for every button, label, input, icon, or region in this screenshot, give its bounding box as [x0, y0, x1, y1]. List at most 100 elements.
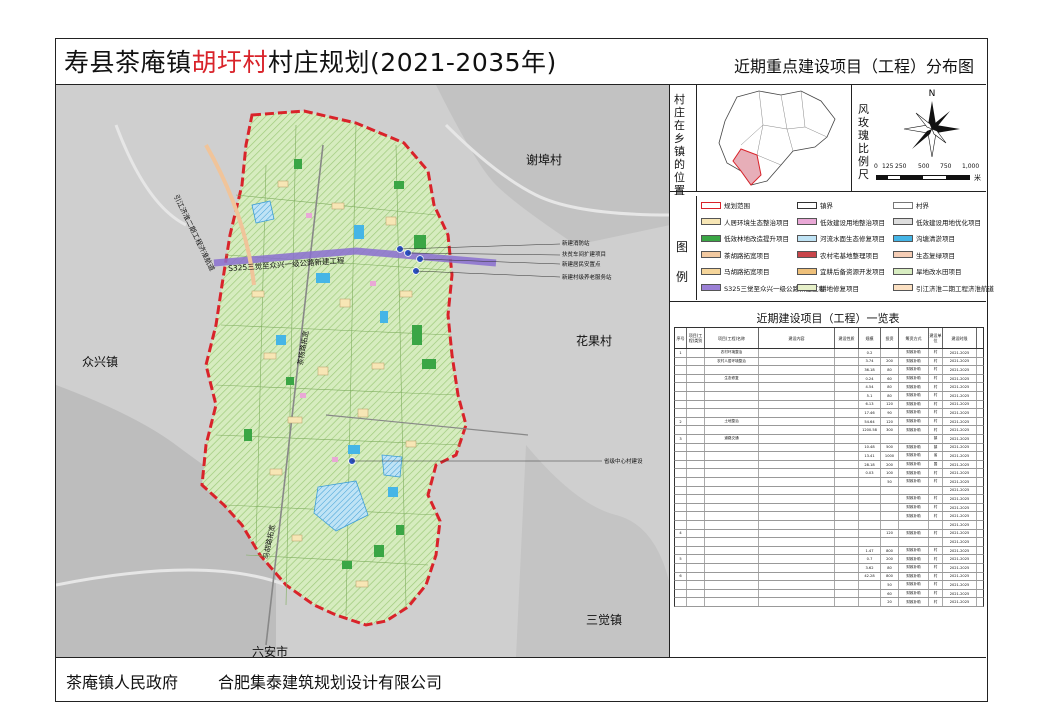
table-cell: 财政补助 — [899, 469, 929, 477]
scale-ticks: 0 125 250 500 750 1,000 — [874, 163, 979, 175]
table-cell: 村 — [929, 409, 943, 417]
table-row: 0.03 100 财政补助村 2021-2025 — [674, 469, 984, 478]
table-cell: 120 — [881, 400, 899, 409]
village-map[interactable]: 谢埠村 众兴镇 花果村 三觉镇 六安市 S325三觉至众兴一级公路新建工程 引江… — [56, 85, 670, 657]
table-cell: 2021-2025 — [943, 555, 977, 563]
legend-swatch — [893, 284, 913, 291]
table-cell: 财政补助 — [899, 581, 929, 589]
svg-text:N: N — [929, 89, 936, 99]
table-cell: 200 — [881, 460, 899, 469]
table-cell: 财政补助 — [899, 478, 929, 486]
table-cell: 2021-2025 — [943, 512, 977, 520]
legend-item: 村界 — [893, 200, 929, 210]
legend-item-label: 低效建设用地优化项目 — [916, 218, 981, 227]
table-cell — [835, 598, 859, 606]
legend-item-label: 旱地改水田项目 — [916, 268, 962, 276]
place-label-sanjue: 三觉镇 — [586, 613, 623, 627]
table-cell: 财政补助 — [899, 357, 929, 366]
table-cell — [859, 581, 881, 589]
table-cell: 镇 — [929, 435, 943, 443]
table-row: 50 财政补助村 2021-2025 — [674, 478, 984, 487]
table-cell: 90 — [881, 409, 899, 417]
table-cell: 28.18 — [859, 460, 881, 469]
location-box: 村庄在乡镇的位置 风玫瑰比例尺 N 0 125 250 500 750 1,00… — [670, 85, 986, 197]
table-cell: 2021-2025 — [943, 564, 977, 572]
table-cell: 200 — [881, 555, 899, 563]
table-row: 3 道路交通 镇 2021-2025 — [674, 435, 984, 444]
table-cell — [687, 564, 705, 572]
table-cell — [675, 357, 687, 366]
table-cell — [687, 546, 705, 555]
legend-item-label: 沟塘清淤项目 — [916, 235, 955, 243]
table-row: 13.41 1000 财政补助省 2021-2025 — [674, 452, 984, 461]
table-cell — [675, 478, 687, 486]
table-cell — [687, 478, 705, 486]
table-cell: 财政补助 — [899, 529, 929, 538]
table-cell — [675, 598, 687, 606]
table-cell — [759, 357, 835, 366]
table-cell — [759, 503, 835, 512]
table-cell: 2021-2025 — [943, 452, 977, 460]
legend-item: 耕地修复项目 — [797, 283, 859, 293]
table-cell — [759, 452, 835, 460]
table-cell — [675, 486, 687, 495]
legend-item: 人居环境生态整治项目 — [701, 217, 789, 227]
table-cell: 省 — [929, 452, 943, 460]
table-cell: 村 — [929, 357, 943, 366]
scale-unit: 米 — [974, 174, 981, 182]
table-cell — [705, 572, 759, 581]
table-cell — [687, 417, 705, 426]
table-cell — [835, 521, 859, 529]
annotation-elderly-care: 新建村级养老服务站 — [562, 275, 612, 281]
legend-swatch — [701, 267, 721, 275]
table-cell: 42.28 — [859, 572, 881, 581]
table-cell: 财政补助 — [899, 564, 929, 572]
table-cell: 道路交通 — [705, 435, 759, 443]
table-cell: 2021-2025 — [943, 349, 977, 357]
table-cell — [705, 495, 759, 503]
scale-tick: 1,000 — [962, 163, 980, 170]
table-cell — [675, 383, 687, 391]
legend-item: 生态复绿项目 — [893, 250, 955, 260]
table-cell — [835, 435, 859, 443]
table-cell — [705, 564, 759, 572]
legend: 图例 规划范围 镇界 村界 人居环境生态整治项目 低效建设用地整治项目 低效建设用地优化项… — [670, 192, 994, 302]
legend-item: 低效建设用地优化项目 — [893, 217, 981, 227]
table-cell: 36.18 — [859, 366, 881, 374]
table-cell: 2 — [675, 417, 687, 426]
legend-swatch — [893, 267, 913, 275]
table-cell: 3.74 — [859, 357, 881, 366]
table-cell — [835, 452, 859, 460]
table-cell: 财政补助 — [899, 374, 929, 383]
table-cell — [759, 469, 835, 477]
table-cell — [881, 486, 899, 495]
table-cell: 生态修复 — [705, 374, 759, 383]
table-cell: 财政补助 — [899, 400, 929, 409]
table-cell — [899, 521, 929, 529]
table-cell: 1 — [675, 349, 687, 357]
table-cell: 财政补助 — [899, 443, 929, 452]
table-cell — [835, 503, 859, 512]
table-header-cell: 建设内容 — [759, 328, 835, 348]
table-cell — [687, 486, 705, 495]
table-cell — [859, 495, 881, 503]
table-cell — [759, 486, 835, 495]
table-cell: 村 — [929, 392, 943, 400]
table-cell: 村 — [929, 512, 943, 520]
table-row: 3.62 80 财政补助村 2021-2025 — [674, 564, 984, 573]
table-cell: 财政补助 — [899, 460, 929, 469]
table-cell: 200 — [881, 357, 899, 366]
table-cell: 2021-2025 — [943, 383, 977, 391]
table-cell — [687, 357, 705, 366]
table-row: 1 农村环境整治 0.2 财政补助村 2021-2025 — [674, 349, 984, 358]
table-cell — [835, 460, 859, 469]
table-cell: 财政补助 — [899, 546, 929, 555]
table-cell — [675, 409, 687, 417]
table-cell — [687, 581, 705, 589]
table-cell — [859, 435, 881, 443]
table-cell: 村 — [929, 417, 943, 426]
table-cell: 财政补助 — [899, 598, 929, 606]
table-cell: 3.62 — [859, 564, 881, 572]
side-panel: 村庄在乡镇的位置 风玫瑰比例尺 N 0 125 250 500 750 1,00… — [670, 85, 994, 657]
table-cell: 800 — [881, 546, 899, 555]
